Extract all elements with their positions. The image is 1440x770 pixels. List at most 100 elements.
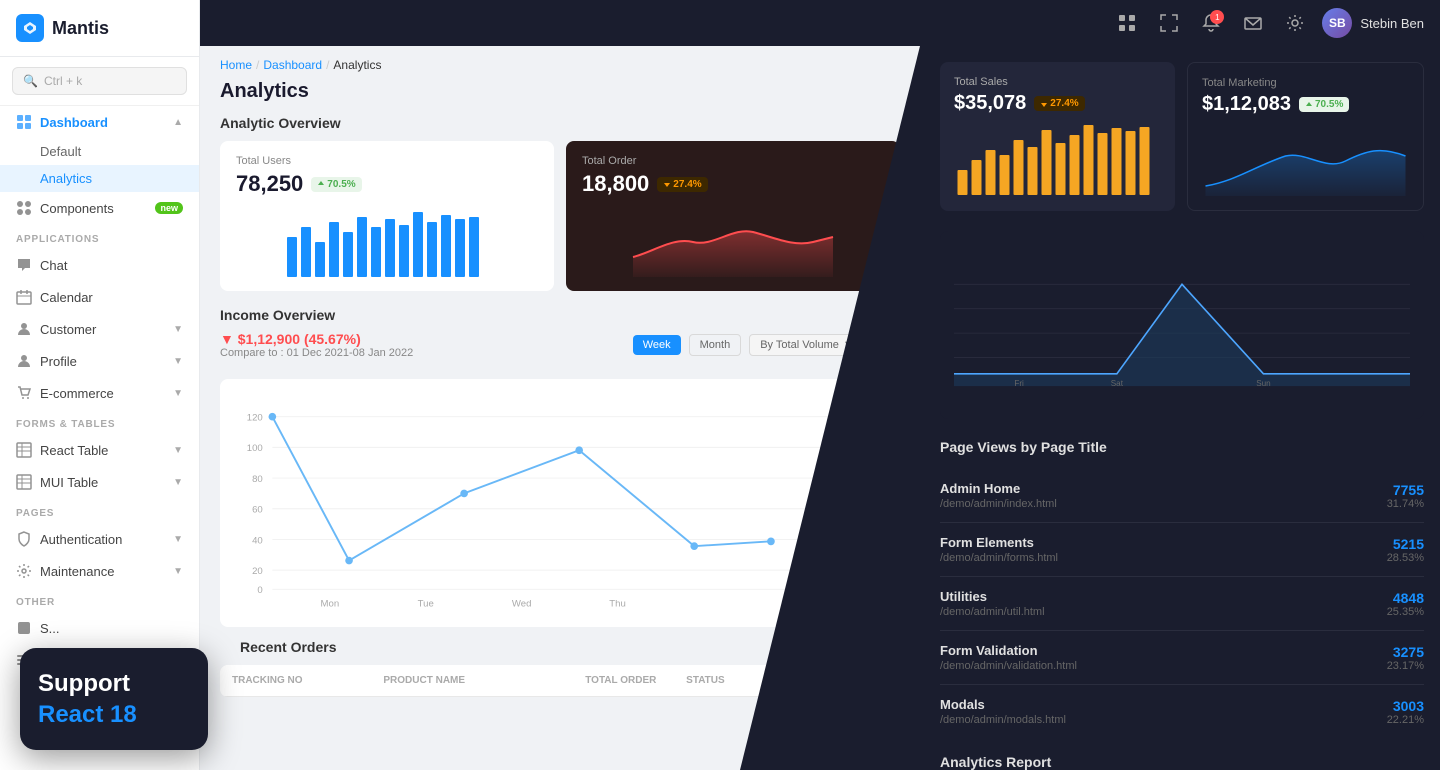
svg-text:Wed: Wed [512, 599, 532, 610]
stat-badge-users: 70.5% [311, 177, 361, 192]
pv-count-2: 5215 [1387, 536, 1424, 552]
sidebar-item-dashboard[interactable]: Dashboard ▲ [0, 106, 199, 138]
pv-pct-4: 23.17% [1387, 660, 1424, 672]
pv-url-1: /demo/admin/index.html [940, 498, 1057, 510]
stat-value-users: 78,250 [236, 171, 303, 197]
sidebar-item-authentication[interactable]: Authentication ▼ [0, 523, 199, 555]
page-views-list: Admin Home /demo/admin/index.html 7755 3… [940, 469, 1424, 738]
month-button[interactable]: Month [689, 334, 742, 356]
dark-sales-badge: 27.4% [1034, 96, 1084, 111]
svg-text:80: 80 [252, 474, 263, 485]
page-title: Analytics [200, 76, 920, 115]
apps-icon[interactable] [1112, 8, 1142, 38]
orders-area-chart [582, 207, 884, 277]
pv-title-2: Form Elements [940, 535, 1058, 550]
sidebar-item-chat[interactable]: Chat [0, 249, 199, 281]
sidebar-item-components[interactable]: Components new [0, 192, 199, 224]
dark-sales-value: $35,078 [954, 92, 1026, 115]
ecommerce-icon [16, 385, 32, 401]
orders-table: TRACKING NO PRODUCT NAME TOTAL ORDER STA… [220, 665, 900, 697]
pv-url-4: /demo/admin/validation.html [940, 660, 1077, 672]
sidebar-item-customer[interactable]: Customer ▼ [0, 313, 199, 345]
breadcrumb-current: Analytics [333, 58, 381, 72]
line-chart-svg: 120 100 80 60 40 20 0 Mon Tue Wed Thu [234, 393, 886, 613]
sample-icon [16, 620, 32, 636]
mail-icon[interactable] [1238, 8, 1268, 38]
sidebar-item-maintenance[interactable]: Maintenance ▼ [0, 555, 199, 587]
page-view-item-1: Admin Home /demo/admin/index.html 7755 3… [940, 469, 1424, 523]
mui-table-label: MUI Table [40, 475, 98, 490]
main-area: 1 SB Stebin Ben Home / Dashboar [200, 0, 1440, 770]
stat-label-orders: Total Order [582, 155, 884, 167]
react-table-icon [16, 442, 32, 458]
sidebar-item-profile[interactable]: Profile ▼ [0, 345, 199, 377]
breadcrumb-dashboard[interactable]: Dashboard [263, 58, 322, 72]
profile-chevron: ▼ [173, 356, 183, 367]
dashboard-icon [16, 114, 32, 130]
svg-text:Sun: Sun [1256, 379, 1270, 388]
support-popup[interactable]: Support React 18 [20, 648, 208, 750]
customer-icon [16, 321, 32, 337]
chat-icon [16, 257, 32, 273]
sample-label: S... [40, 621, 60, 636]
settings-icon[interactable] [1280, 8, 1310, 38]
search-input[interactable]: 🔍 Ctrl + k [12, 67, 187, 95]
app-name: Mantis [52, 18, 109, 39]
sidebar-item-default[interactable]: Default [0, 138, 199, 165]
svg-text:Mon: Mon [321, 599, 340, 610]
sidebar-item-ecommerce[interactable]: E-commerce ▼ [0, 377, 199, 409]
sidebar-item-analytics[interactable]: Analytics [0, 165, 199, 192]
notification-icon[interactable]: 1 [1196, 8, 1226, 38]
income-section: Income Overview ▼ $1,12,900 (45.67%) Com… [200, 307, 920, 379]
svg-text:100: 100 [247, 443, 263, 454]
search-bar[interactable]: 🔍 Ctrl + k [0, 57, 199, 106]
stat-label-users: Total Users [236, 155, 538, 167]
svg-text:40: 40 [252, 535, 263, 546]
breadcrumb-home[interactable]: Home [220, 58, 252, 72]
col-product: PRODUCT NAME [383, 675, 585, 686]
user-info[interactable]: SB Stebin Ben [1322, 8, 1424, 38]
authentication-label: Authentication [40, 532, 122, 547]
page-views-section: Page Views by Page Title Admin Home /dem… [940, 439, 1424, 770]
profile-label: Profile [40, 354, 77, 369]
ecommerce-chevron: ▼ [173, 388, 183, 399]
sidebar-item-calendar[interactable]: Calendar [0, 281, 199, 313]
svg-text:Tue: Tue [418, 599, 434, 610]
dark-marketing-value: $1,12,083 [1202, 93, 1291, 116]
sidebar-item-sample[interactable]: S... [0, 612, 199, 644]
section-label-applications: Applications [0, 224, 199, 249]
components-label: Components [40, 201, 114, 216]
dark-marketing-badge: 70.5% [1299, 97, 1349, 112]
svg-text:0: 0 [257, 585, 262, 596]
dark-stats-row: Total Sales $35,078 27.4% [940, 62, 1424, 211]
dark-stat-sales: Total Sales $35,078 27.4% [940, 62, 1175, 211]
pv-count-5: 3003 [1387, 698, 1424, 714]
col-tracking: TRACKING NO [232, 675, 383, 686]
support-line2: React 18 [38, 699, 190, 730]
stat-card-users: Total Users 78,250 70.5% [220, 141, 554, 291]
fullscreen-icon[interactable] [1154, 8, 1184, 38]
sidebar-item-react-table[interactable]: React Table ▼ [0, 434, 199, 466]
dark-sales-label: Total Sales [954, 76, 1161, 88]
calendar-label: Calendar [40, 290, 93, 305]
pv-url-5: /demo/admin/modals.html [940, 714, 1066, 726]
topbar: 1 SB Stebin Ben [200, 0, 1440, 46]
sidebar-logo: Mantis [0, 0, 199, 57]
analytics-report-title: Analytics Report [940, 754, 1424, 770]
col-status: STATUS [686, 675, 787, 686]
stat-card-orders: Total Order 18,800 27.4% [566, 141, 900, 291]
week-button[interactable]: Week [633, 335, 681, 355]
page-view-item-5: Modals /demo/admin/modals.html 3003 22.2… [940, 685, 1424, 738]
notification-badge: 1 [1210, 10, 1224, 24]
pv-pct-5: 22.21% [1387, 714, 1424, 726]
pv-title-5: Modals [940, 697, 1066, 712]
svg-text:120: 120 [247, 413, 263, 424]
breadcrumb: Home / Dashboard / Analytics [200, 46, 920, 76]
customer-label: Customer [40, 322, 96, 337]
pv-pct-2: 28.53% [1387, 552, 1424, 564]
income-header: ▼ $1,12,900 (45.67%) Compare to : 01 Dec… [220, 331, 900, 359]
dark-stat-marketing: Total Marketing $1,12,083 70.5% [1187, 62, 1424, 211]
section-label-pages: Pages [0, 498, 199, 523]
pv-title-3: Utilities [940, 589, 1045, 604]
sidebar-item-mui-table[interactable]: MUI Table ▼ [0, 466, 199, 498]
